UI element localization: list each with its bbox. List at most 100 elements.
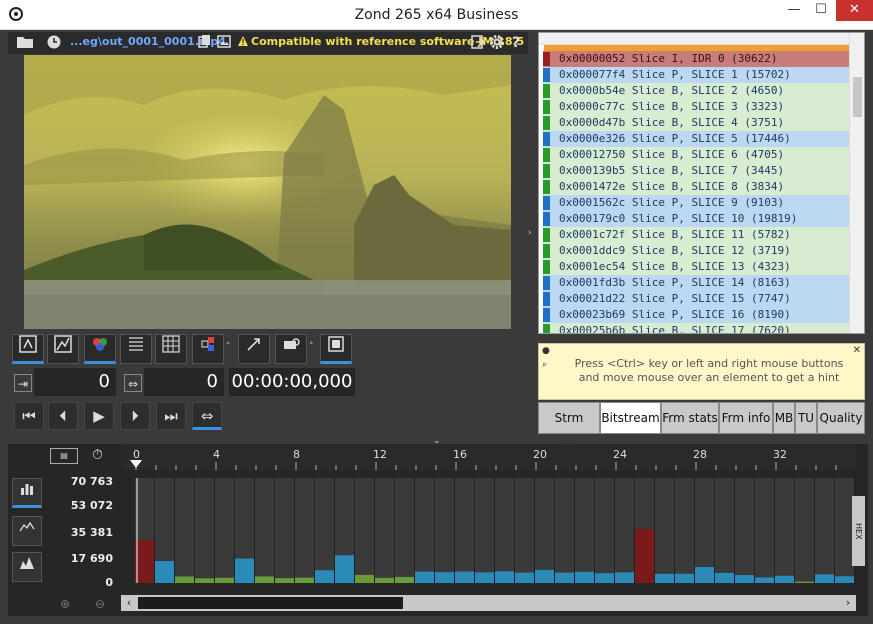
frame-ruler[interactable]: 0481216202428323 <box>121 444 856 470</box>
play-button[interactable]: ▶ <box>84 402 114 430</box>
tab-strm-stats[interactable]: Strm stats <box>538 402 600 455</box>
frame-size-bar <box>435 572 454 583</box>
bitstream-row[interactable]: 0x00025b6b Slice B, SLICE 17 (7620) <box>543 323 849 333</box>
bitstream-row[interactable]: 0x000139b5 Slice B, SLICE 7 (3445) <box>543 163 849 179</box>
bitstream-row[interactable]: 0x00023b69 Slice P, SLICE 16 (8190) <box>543 307 849 323</box>
stopwatch-icon[interactable]: ⏱ <box>92 447 103 463</box>
bit-counter[interactable]: 0 <box>144 368 224 396</box>
bitstream-row[interactable]: 0x0001c72f Slice B, SLICE 11 (5782) <box>543 227 849 243</box>
chevron-up-icon-2[interactable]: ˄ <box>309 342 314 352</box>
scroll-thumb[interactable] <box>138 597 403 609</box>
bar-slot <box>495 478 514 583</box>
frame-size-bar <box>695 567 714 583</box>
clock-icon[interactable] <box>45 34 63 52</box>
timecode-display[interactable]: 00:00:00,000 <box>229 368 355 396</box>
bitstream-row[interactable]: 0x0000d47b Slice B, SLICE 4 (3751) <box>543 115 849 131</box>
bitstream-row[interactable]: 0x000077f4 Slice P, SLICE 1 (15702) <box>543 67 849 83</box>
frame-size-bar <box>275 578 294 583</box>
chart-hscrollbar[interactable]: ‹ › <box>121 595 856 611</box>
bitstream-row[interactable]: 0x0001562c Slice P, SLICE 9 (9103) <box>543 195 849 211</box>
loop-mode-button[interactable]: ⇔ <box>192 402 222 430</box>
bitstream-list: 0x00000052 Slice I, IDR 0 (30622) 0x00007… <box>543 51 849 333</box>
bitstream-row[interactable]: 0x0000b54e Slice B, SLICE 2 (4650) <box>543 83 849 99</box>
tab-mb[interactable]: MB <box>773 402 795 434</box>
zoom-in-icon[interactable]: ⊕ <box>60 597 70 611</box>
film-strip-icon[interactable]: ▤ <box>50 448 78 464</box>
y-tick-label: 35 381 <box>70 526 113 539</box>
lines-overlay-button[interactable] <box>120 334 152 364</box>
scroll-right-icon[interactable]: › <box>840 595 856 611</box>
first-frame-button[interactable]: ⏮ <box>14 402 44 430</box>
scroll-thumb[interactable] <box>853 77 862 117</box>
close-button[interactable]: ✕ <box>836 0 873 21</box>
maximize-button[interactable]: ☐ <box>807 0 835 21</box>
bitstream-row[interactable]: 0x0001fd3b Slice P, SLICE 14 (8163) <box>543 275 849 291</box>
projector-button[interactable] <box>275 334 307 364</box>
grid-overlay-button[interactable] <box>155 334 187 364</box>
pin-icon[interactable]: ● <box>542 346 550 356</box>
search-icon[interactable]: ⌕ <box>542 360 547 370</box>
tab-bitstream[interactable]: Bitstream <box>600 402 661 434</box>
bitstream-list-panel[interactable]: 0x00000052 Slice I, IDR 0 (30622) 0x00007… <box>538 32 865 334</box>
bitstream-row[interactable]: 0x0001ddc9 Slice B, SLICE 12 (3719) <box>543 243 849 259</box>
gear-icon[interactable] <box>488 34 506 52</box>
next-frame-button[interactable]: ⏵ <box>120 402 150 430</box>
motion-vectors-button[interactable] <box>238 334 270 364</box>
slice-type-marker <box>543 212 550 226</box>
folder-open-icon[interactable] <box>16 34 34 52</box>
hex-panel-tab[interactable]: HEX <box>852 496 865 566</box>
x-tick-label: 0 <box>133 448 140 461</box>
area-chart-icon[interactable] <box>12 552 42 582</box>
bitstream-row[interactable]: 0x00021d22 Slice P, SLICE 15 (7747) <box>543 291 849 307</box>
zoom-out-icon[interactable]: ⊖ <box>95 597 105 611</box>
bar-slot <box>615 478 634 583</box>
slice-type-marker <box>543 164 550 178</box>
image-copy-icon[interactable] <box>215 34 233 52</box>
minimize-button[interactable]: — <box>780 0 808 21</box>
help-icon[interactable]: ? <box>507 34 525 52</box>
fullscreen-button[interactable] <box>320 334 352 364</box>
bitstream-row[interactable]: 0x0001472e Slice B, SLICE 8 (3834) <box>543 179 849 195</box>
window-title: Zond 265 x64 Business <box>354 7 519 23</box>
bitstream-vscrollbar[interactable] <box>849 33 864 333</box>
frame-size-bar <box>375 577 394 583</box>
bitstream-row-text: 0x0001472e Slice B, SLICE 8 (3834) <box>559 180 785 193</box>
info-tabs: Strm stats Bitstream Frm stats Frm info … <box>538 402 865 455</box>
color-channels-button[interactable] <box>84 334 116 364</box>
frame-size-bar <box>295 577 314 583</box>
chevron-up-icon[interactable]: ˄ <box>226 342 231 352</box>
bitstream-row[interactable]: 0x0001ec54 Slice B, SLICE 13 (4323) <box>543 259 849 275</box>
prev-frame-button[interactable]: ⏴ <box>48 402 78 430</box>
bitstream-row[interactable]: 0x00000052 Slice I, IDR 0 (30622) <box>543 51 849 67</box>
frame-size-chart-panel: ▤ ⏱ 70 763 53 072 35 381 17 690 0 0 4 8 12 1… <box>8 444 868 616</box>
bar-slot <box>315 478 334 583</box>
frame-counter[interactable]: 0 <box>34 368 116 396</box>
bitstream-hscrollbar[interactable] <box>539 33 849 45</box>
splitter-arrow-icon[interactable]: › <box>528 228 532 238</box>
bar-chart-icon[interactable] <box>12 478 42 508</box>
histogram-view-button[interactable] <box>47 334 79 364</box>
y-tick-label: 0 <box>105 576 113 589</box>
bitstream-row[interactable]: 0x00012750 Slice B, SLICE 6 (4705) <box>543 147 849 163</box>
tab-quality[interactable]: Quality <box>817 402 865 434</box>
bitstream-row-text: 0x00021d22 Slice P, SLICE 15 (7747) <box>559 292 791 305</box>
tab-frm-info[interactable]: Frm info <box>719 402 773 434</box>
line-chart-icon[interactable] <box>12 516 42 546</box>
frame-size-chart[interactable] <box>135 478 856 583</box>
video-preview[interactable] <box>24 55 511 329</box>
bitstream-row-text: 0x00012750 Slice B, SLICE 6 (4705) <box>559 148 785 161</box>
export-icon[interactable] <box>469 34 487 52</box>
bitstream-row[interactable]: 0x0000e326 Slice P, SLICE 5 (17446) <box>543 131 849 147</box>
copy-icon[interactable] <box>196 34 214 52</box>
tab-frm-stats[interactable]: Frm stats <box>661 402 719 434</box>
last-frame-button[interactable]: ⏭ <box>156 402 186 430</box>
bitstream-row[interactable]: 0x000179c0 Slice P, SLICE 10 (19819) <box>543 211 849 227</box>
bar-slot <box>515 478 534 583</box>
tab-tu[interactable]: TU <box>795 402 817 434</box>
bitstream-row[interactable]: 0x0000c77c Slice B, SLICE 3 (3323) <box>543 99 849 115</box>
close-hint-icon[interactable]: ✕ <box>853 345 861 356</box>
block-partition-button[interactable] <box>192 334 224 364</box>
frame-view-button[interactable] <box>12 334 44 364</box>
scroll-left-icon[interactable]: ‹ <box>121 595 137 611</box>
chart-toolbar: ▤ ⏱ <box>8 444 125 470</box>
